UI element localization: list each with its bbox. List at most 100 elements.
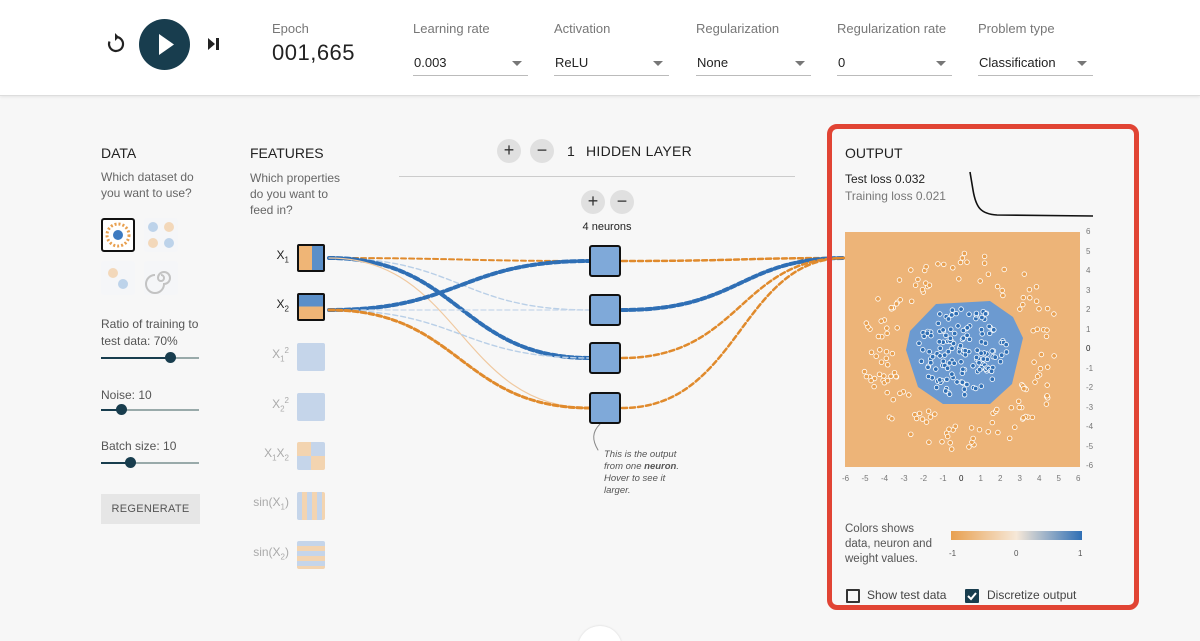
data-point	[863, 373, 870, 380]
loss-curve	[969, 171, 1094, 217]
data-point	[945, 316, 952, 322]
data-point	[928, 359, 934, 366]
data-point	[964, 381, 970, 388]
x-tick-label: 6	[1076, 474, 1081, 483]
x-tick-label: -2	[920, 474, 928, 483]
data-point	[944, 433, 951, 440]
y-tick-label: -3	[1086, 402, 1094, 412]
data-point	[945, 348, 951, 355]
hidden-neuron-4[interactable]	[589, 392, 621, 424]
data-point	[957, 259, 964, 266]
x-tick-label: -5	[861, 474, 869, 483]
x-tick-label: 2	[998, 474, 1003, 483]
data-point	[937, 345, 943, 351]
x-tick-label: 1	[978, 474, 983, 483]
data-point	[973, 310, 980, 317]
link-n2-out	[620, 256, 847, 312]
y-tick-label: -4	[1086, 422, 1094, 431]
data-point	[929, 353, 936, 360]
data-point	[941, 261, 947, 268]
y-tick-label: 4	[1086, 266, 1091, 275]
decision-boundary	[861, 250, 1057, 452]
data-point	[926, 282, 933, 288]
data-point	[947, 335, 954, 341]
data-point	[966, 311, 972, 317]
data-point	[875, 296, 881, 302]
y-tick-label: 5	[1086, 246, 1091, 256]
data-point	[992, 354, 998, 360]
data-point	[1044, 305, 1051, 312]
x-tick-label: 3	[1017, 474, 1022, 483]
show-test-data-label: Show test data	[867, 588, 947, 602]
data-point	[868, 377, 874, 384]
discretize-output-checkbox[interactable]	[965, 589, 979, 603]
data-point	[888, 304, 894, 311]
x-tick-label: 0	[959, 474, 964, 483]
data-point	[976, 360, 982, 366]
y-tick-label: 1	[1086, 324, 1091, 334]
checkmark-icon	[967, 592, 977, 601]
data-point	[884, 325, 890, 331]
data-point	[946, 426, 952, 432]
training-loss-label: Training loss	[845, 189, 916, 203]
data-point	[953, 310, 959, 317]
data-point	[889, 350, 896, 357]
discretize-output-label: Discretize output	[987, 588, 1077, 602]
data-point	[1051, 353, 1057, 359]
data-point	[1015, 398, 1022, 404]
data-point	[970, 363, 976, 369]
data-point	[940, 327, 946, 333]
data-point	[989, 348, 995, 354]
data-point	[908, 267, 914, 273]
data-point	[884, 377, 891, 384]
hidden-neuron-3[interactable]	[589, 342, 621, 374]
data-point	[958, 359, 964, 365]
legend-line3: weight values.	[845, 553, 918, 565]
data-points	[861, 250, 1057, 452]
data-point	[949, 307, 956, 313]
tooltip-line3: Hover to see it	[604, 473, 666, 484]
data-point	[966, 444, 972, 450]
data-point	[1043, 401, 1050, 407]
data-point	[951, 330, 958, 337]
data-point	[954, 379, 960, 385]
data-point	[1044, 327, 1050, 333]
data-point	[935, 261, 941, 267]
show-test-data-checkbox[interactable]	[846, 589, 860, 603]
data-point	[937, 353, 943, 359]
x-tick-label: -3	[900, 474, 908, 483]
data-point	[906, 392, 912, 398]
data-point	[960, 366, 966, 372]
data-point	[936, 339, 942, 345]
hidden-neuron-2[interactable]	[589, 294, 621, 326]
data-point	[1001, 266, 1007, 273]
data-point	[926, 348, 932, 355]
data-point	[897, 297, 903, 303]
data-point	[883, 348, 890, 355]
data-point	[944, 376, 950, 383]
data-point	[982, 311, 989, 317]
link-x1-n4	[328, 257, 591, 409]
data-point	[1036, 306, 1042, 312]
data-point	[1020, 301, 1026, 308]
scale-mid-label: 0	[1014, 549, 1019, 558]
data-point	[923, 419, 930, 425]
data-point	[998, 352, 1005, 358]
y-tick-label: 2	[1086, 305, 1091, 314]
data-point	[927, 414, 934, 420]
color-legend-text: Colors shows data, neuron and weight val…	[845, 522, 932, 567]
data-point	[942, 388, 949, 394]
data-point	[968, 425, 975, 431]
data-point	[897, 390, 903, 396]
data-point	[1021, 385, 1027, 392]
test-loss: Test loss 0.032	[845, 172, 925, 186]
data-point	[1017, 306, 1023, 312]
data-point	[976, 426, 983, 433]
data-point	[1034, 326, 1040, 332]
data-point	[961, 250, 968, 257]
data-point	[985, 271, 992, 277]
data-point	[964, 332, 970, 338]
hidden-neuron-1[interactable]	[589, 245, 621, 277]
data-point	[972, 385, 979, 392]
data-point	[923, 264, 929, 270]
